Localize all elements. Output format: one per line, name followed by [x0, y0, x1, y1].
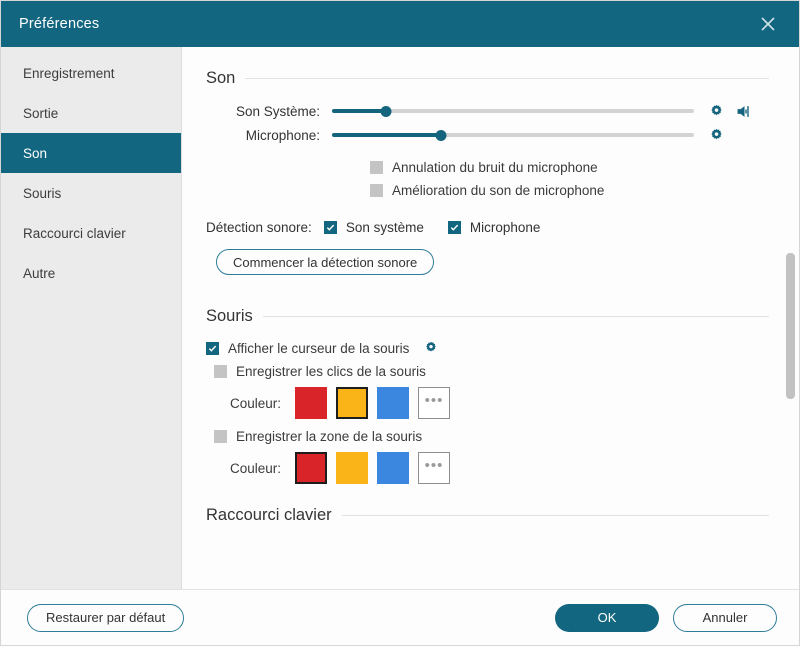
footer-actions: OK Annuler: [555, 603, 777, 632]
system-volume-gear-icon[interactable]: [708, 103, 725, 120]
color-swatch-blue[interactable]: [377, 387, 410, 419]
start-sound-detection-button[interactable]: Commencer la détection sonore: [216, 249, 435, 275]
detection-option-system[interactable]: Son système: [323, 220, 424, 235]
checkbox-icon[interactable]: [214, 365, 227, 378]
color-swatch-red[interactable]: [295, 387, 328, 419]
checkbox-icon[interactable]: [323, 221, 337, 234]
slider-fill: [332, 133, 441, 137]
slider-thumb[interactable]: [380, 105, 392, 117]
section-header-souris: Souris: [206, 307, 769, 326]
record-area-label: Enregistrer la zone de la souris: [236, 429, 423, 444]
speaker-icon[interactable]: [735, 103, 754, 120]
sidebar-item-label: Autre: [23, 265, 56, 281]
record-clicks-label: Enregistrer les clics de la souris: [236, 364, 426, 379]
cancel-button[interactable]: Annuler: [673, 603, 777, 632]
content-scrollbar[interactable]: [786, 47, 795, 589]
section-header-raccourci-clavier: Raccourci clavier: [206, 506, 769, 525]
preferences-window: Préférences Enregistrement Sortie Son So…: [0, 0, 800, 646]
section-title: Raccourci clavier: [206, 506, 332, 524]
detection-option-label: Son système: [345, 220, 424, 235]
sound-detection-row: Détection sonore: Son système Microphone: [206, 220, 769, 235]
sidebar-item-label: Souris: [23, 185, 62, 201]
record-clicks-row[interactable]: Enregistrer les clics de la souris: [214, 364, 769, 379]
sidebar-item-autre[interactable]: Autre: [1, 253, 181, 293]
checkbox-icon[interactable]: [370, 184, 383, 197]
sound-enhancement-label: Amélioration du son de microphone: [392, 183, 605, 198]
microphone-volume-row: Microphone:: [206, 126, 769, 144]
checkbox-icon[interactable]: [214, 430, 227, 443]
ok-button[interactable]: OK: [555, 603, 659, 632]
color-swatch-red[interactable]: [295, 452, 328, 484]
show-cursor-label: Afficher le curseur de la souris: [228, 340, 410, 356]
sidebar: Enregistrement Sortie Son Souris Raccour…: [1, 47, 182, 589]
settings-content: Son Son Système: Microphone: Annulation …: [182, 47, 799, 589]
microphone-volume-label: Microphone:: [245, 127, 320, 143]
close-icon[interactable]: [753, 9, 783, 39]
window-title: Préférences: [19, 16, 100, 32]
system-volume-slider[interactable]: [332, 102, 694, 120]
color-label: Couleur:: [230, 460, 282, 476]
sidebar-item-souris[interactable]: Souris: [1, 173, 181, 213]
start-detection-wrap: Commencer la détection sonore: [216, 249, 769, 275]
noise-cancellation-checkbox-row[interactable]: Annulation du bruit du microphone: [370, 160, 769, 175]
restore-defaults-button[interactable]: Restaurer par défaut: [27, 603, 185, 632]
titlebar: Préférences: [1, 1, 799, 47]
section-header-son: Son: [206, 69, 769, 88]
sidebar-item-enregistrement[interactable]: Enregistrement: [1, 53, 181, 93]
window-body: Enregistrement Sortie Son Souris Raccour…: [1, 47, 799, 589]
sidebar-item-son[interactable]: Son: [1, 133, 181, 173]
sidebar-item-raccourci-clavier[interactable]: Raccourci clavier: [1, 213, 181, 253]
show-cursor-gear-icon[interactable]: [423, 340, 439, 356]
scroll-area: Son Son Système: Microphone: Annulation …: [182, 47, 799, 589]
color-more-button[interactable]: •••: [418, 452, 451, 484]
record-area-row[interactable]: Enregistrer la zone de la souris: [214, 429, 769, 444]
section-rule: [341, 515, 769, 516]
record-clicks-color-row: Couleur: •••: [230, 387, 769, 419]
microphone-volume-slider[interactable]: [332, 126, 694, 144]
section-rule: [245, 78, 769, 79]
slider-fill: [332, 109, 387, 113]
color-swatch-yellow[interactable]: [336, 387, 369, 419]
noise-cancellation-label: Annulation du bruit du microphone: [392, 160, 598, 175]
checkbox-icon[interactable]: [447, 221, 461, 234]
system-volume-row: Son Système:: [206, 102, 769, 120]
sound-enhancement-checkbox-row[interactable]: Amélioration du son de microphone: [370, 183, 769, 198]
sidebar-item-label: Raccourci clavier: [23, 225, 126, 241]
color-label: Couleur:: [230, 395, 282, 411]
color-more-button[interactable]: •••: [418, 387, 451, 419]
color-swatch-blue[interactable]: [377, 452, 410, 484]
detection-option-microphone[interactable]: Microphone: [447, 220, 541, 235]
dialog-footer: Restaurer par défaut OK Annuler: [1, 589, 799, 645]
microphone-gear-icon[interactable]: [708, 127, 725, 144]
detection-option-label: Microphone: [469, 220, 541, 235]
section-title: Souris: [206, 307, 253, 325]
record-area-color-row: Couleur: •••: [230, 452, 769, 484]
sidebar-item-label: Sortie: [23, 105, 59, 121]
scrollbar-thumb[interactable]: [786, 252, 795, 400]
sidebar-item-label: Son: [23, 145, 48, 161]
slider-thumb[interactable]: [435, 129, 447, 141]
system-volume-label: Son Système:: [235, 103, 320, 119]
show-cursor-row[interactable]: Afficher le curseur de la souris: [206, 340, 769, 356]
color-swatch-yellow[interactable]: [336, 452, 369, 484]
section-title: Son: [206, 69, 236, 87]
checkbox-icon[interactable]: [206, 341, 219, 355]
sidebar-item-sortie[interactable]: Sortie: [1, 93, 181, 133]
sound-detection-label: Détection sonore:: [206, 220, 312, 235]
sidebar-item-label: Enregistrement: [23, 65, 115, 81]
checkbox-icon[interactable]: [370, 161, 383, 174]
section-rule: [262, 316, 769, 317]
